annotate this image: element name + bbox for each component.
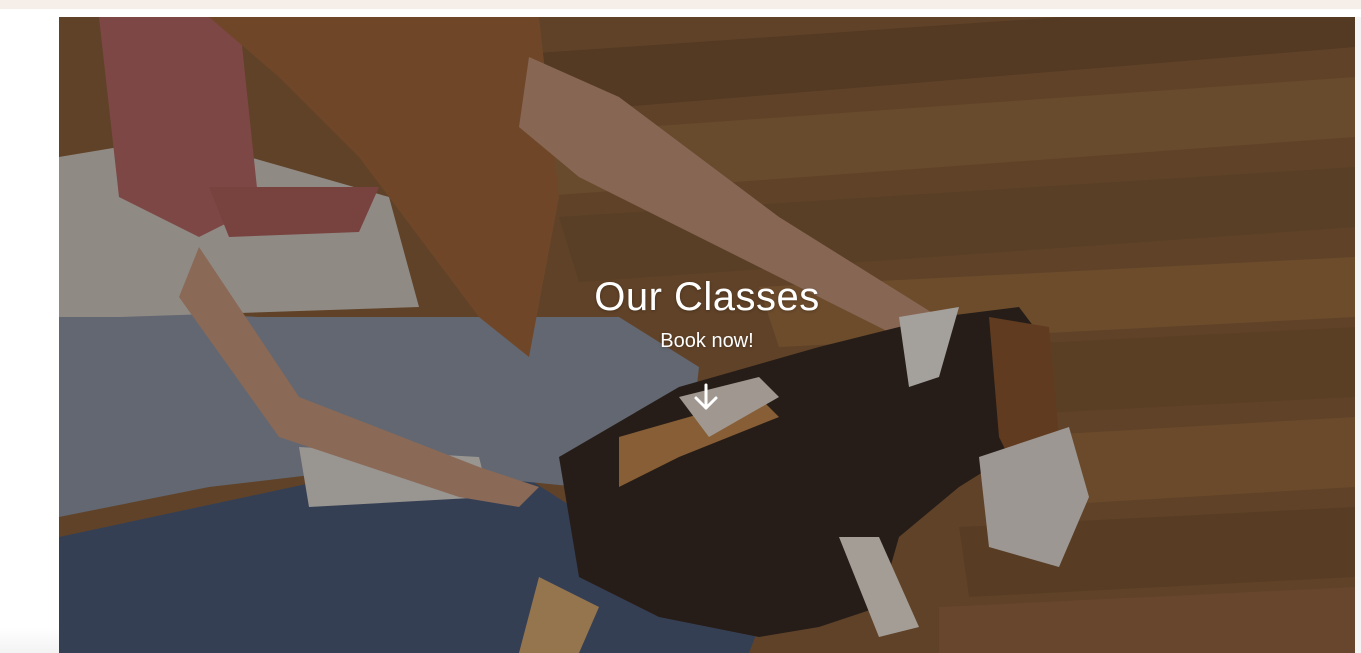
page-right-edge — [1355, 17, 1361, 653]
hero-title: Our Classes — [594, 275, 820, 319]
page-left-footer-shade — [0, 628, 59, 653]
arrow-down-icon[interactable] — [690, 381, 722, 413]
top-header-strip — [0, 0, 1361, 9]
hero-subtitle: Book now! — [660, 330, 754, 352]
hero-banner: Our Classes Book now! — [59, 17, 1355, 653]
